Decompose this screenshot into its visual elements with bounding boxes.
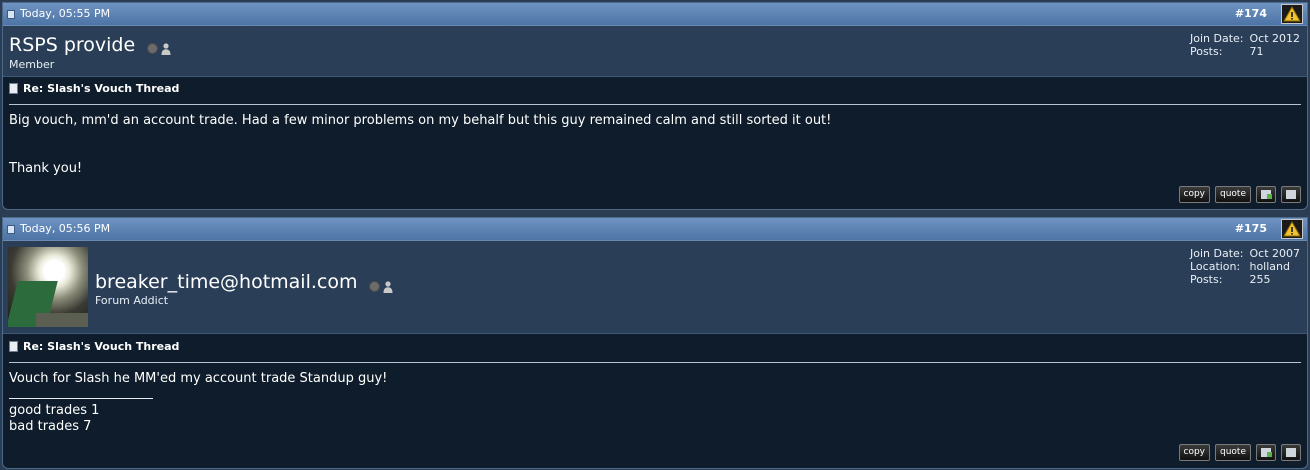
stat-label: Posts: bbox=[1189, 273, 1223, 286]
offline-status-icon bbox=[147, 43, 158, 54]
stat-value: 255 bbox=[1249, 273, 1271, 286]
person-icon[interactable] bbox=[383, 278, 393, 293]
signature-divider bbox=[9, 398, 153, 399]
post-actions: copy quote bbox=[1178, 444, 1301, 461]
user-stats: Join Date: Oct 2007 Location: holland Post… bbox=[1190, 247, 1300, 286]
edit-icon[interactable] bbox=[1281, 444, 1301, 461]
post-title-text: Re: Slash's Vouch Thread bbox=[23, 340, 180, 353]
post-date: Today, 05:55 PM bbox=[20, 7, 111, 20]
post-174: Today, 05:55 PM #174 RSPS provide Member… bbox=[2, 2, 1308, 210]
user-title: Forum Addict bbox=[95, 294, 169, 307]
user-info: breaker_time@hotmail.com Forum Addict Jo… bbox=[3, 241, 1307, 334]
document-icon bbox=[9, 83, 18, 94]
post-actions: copy quote bbox=[1178, 186, 1301, 203]
signature: good trades 1 bad trades 7 bbox=[9, 403, 100, 434]
post-number-link[interactable]: #175 bbox=[1235, 222, 1267, 235]
post-header: Today, 05:55 PM #174 bbox=[3, 3, 1307, 26]
copy-button[interactable]: copy bbox=[1178, 186, 1210, 203]
avatar[interactable] bbox=[8, 247, 88, 327]
report-warning-icon[interactable] bbox=[1281, 219, 1303, 239]
post-175: Today, 05:56 PM #175 breaker_time@hotmai… bbox=[2, 217, 1308, 469]
stat-value: Oct 2012 bbox=[1249, 32, 1300, 45]
quote-button[interactable]: quote bbox=[1215, 444, 1251, 461]
stat-value: Oct 2007 bbox=[1249, 247, 1300, 260]
person-icon[interactable] bbox=[161, 40, 171, 55]
post-title: Re: Slash's Vouch Thread bbox=[9, 82, 179, 95]
copy-button[interactable]: copy bbox=[1178, 444, 1210, 461]
user-info: RSPS provide Member Join Date: Oct 2012 P… bbox=[3, 26, 1307, 77]
report-warning-icon[interactable] bbox=[1281, 4, 1303, 24]
post-status-icon bbox=[7, 10, 15, 19]
post-title-text: Re: Slash's Vouch Thread bbox=[23, 82, 180, 95]
user-stats: Join Date: Oct 2012 Posts: 71 bbox=[1190, 32, 1300, 58]
offline-status-icon bbox=[369, 281, 380, 292]
document-icon bbox=[9, 341, 18, 352]
post-date: Today, 05:56 PM bbox=[20, 222, 111, 235]
add-to-list-icon[interactable] bbox=[1256, 186, 1276, 203]
divider bbox=[9, 104, 1301, 105]
stat-value: 71 bbox=[1249, 45, 1264, 58]
stat-label: Posts: bbox=[1189, 45, 1223, 58]
edit-icon[interactable] bbox=[1281, 186, 1301, 203]
username-link[interactable]: RSPS provide bbox=[9, 34, 135, 56]
divider bbox=[9, 362, 1301, 363]
user-title: Member bbox=[9, 58, 55, 71]
add-to-list-icon[interactable] bbox=[1256, 444, 1276, 461]
post-status-icon bbox=[7, 225, 15, 234]
username-link[interactable]: breaker_time@hotmail.com bbox=[95, 271, 357, 293]
stat-label: Join Date: bbox=[1189, 247, 1244, 260]
stat-label: Join Date: bbox=[1189, 32, 1244, 45]
quote-button[interactable]: quote bbox=[1215, 186, 1251, 203]
post-header: Today, 05:56 PM #175 bbox=[3, 218, 1307, 241]
stat-label: Location: bbox=[1189, 260, 1241, 273]
post-message: Vouch for Slash he MM'ed my account trad… bbox=[9, 371, 388, 386]
stat-value: holland bbox=[1249, 260, 1290, 273]
post-message: Big vouch, mm'd an account trade. Had a … bbox=[9, 113, 832, 176]
post-number-link[interactable]: #174 bbox=[1235, 7, 1267, 20]
post-title: Re: Slash's Vouch Thread bbox=[9, 340, 179, 353]
